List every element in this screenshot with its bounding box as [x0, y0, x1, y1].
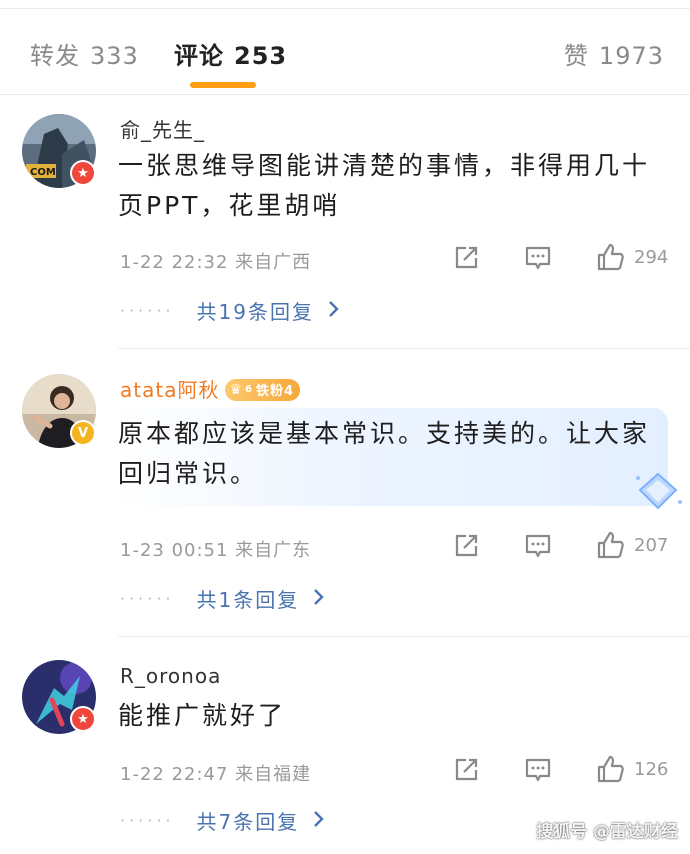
- thumbs-up-icon: [597, 531, 624, 559]
- tab-active-indicator: [190, 82, 256, 88]
- replies-dots: ······: [120, 301, 175, 320]
- tab-like-count: 1973: [598, 42, 664, 70]
- username[interactable]: atata阿秋 ♛ 6 铁粉4: [120, 374, 301, 403]
- like-button[interactable]: 126: [596, 754, 668, 784]
- comment-text: 能推广就好了: [118, 701, 287, 730]
- tab-comment-label: 评论: [174, 42, 224, 70]
- comment-meta: 1-23 00:51 来自广东: [120, 540, 312, 561]
- comment-button[interactable]: [524, 756, 552, 784]
- comment-meta: 1-22 22:32 来自广西: [120, 252, 312, 273]
- like-button[interactable]: 294: [596, 242, 668, 272]
- comment-icon: [525, 246, 551, 270]
- comment-text: 一张思维导图能讲清楚的事情，非得用几十页PPT，花里胡哨: [118, 151, 651, 220]
- top-divider: [0, 8, 690, 9]
- username[interactable]: R_oronoa: [120, 664, 221, 688]
- chevron-right-icon: [328, 299, 340, 323]
- replies-count-label: 共1条回复: [196, 588, 300, 612]
- share-button[interactable]: [452, 532, 480, 560]
- tab-comment[interactable]: 评论 253: [174, 36, 287, 71]
- like-count: 126: [634, 758, 669, 780]
- comment-icon: [525, 758, 551, 782]
- comment-icon: [525, 534, 551, 558]
- thumbs-up-icon: [597, 755, 624, 783]
- tab-repost[interactable]: 转发 333: [30, 36, 139, 71]
- comment-divider: [118, 348, 690, 349]
- tab-repost-count: 333: [90, 42, 139, 70]
- share-icon: [455, 758, 478, 781]
- like-count: 207: [634, 534, 669, 556]
- replies-count-label: 共19条回复: [196, 300, 314, 324]
- tab-like-label: 赞: [563, 42, 589, 70]
- comment-meta: 1-22 22:47 来自福建: [120, 764, 312, 785]
- view-replies-link[interactable]: ······ 共19条回复: [120, 296, 340, 325]
- share-icon: [455, 246, 478, 269]
- like-button[interactable]: 207: [596, 530, 668, 560]
- share-button[interactable]: [452, 756, 480, 784]
- comment-divider: [118, 636, 690, 637]
- chevron-right-icon: [313, 587, 325, 611]
- comment-text: 原本都应该是基本常识。支持美的。让大家回归常识。: [118, 419, 651, 488]
- view-replies-link[interactable]: ······ 共7条回复: [120, 806, 325, 835]
- watermark: 搜狐号 @雷达财经: [536, 822, 678, 842]
- svg-text:COM: COM: [30, 167, 56, 178]
- chevron-right-icon: [313, 809, 325, 833]
- replies-count-label: 共7条回复: [196, 810, 300, 834]
- avatar-badge: ★: [70, 160, 96, 186]
- replies-dots: ······: [120, 589, 175, 608]
- share-icon: [455, 534, 478, 557]
- avatar-badge: ★: [70, 706, 96, 732]
- comment-button[interactable]: [524, 244, 552, 272]
- username[interactable]: 俞_先生_: [120, 114, 205, 143]
- tabs-divider: [0, 94, 690, 95]
- tab-bar: 转发 333 评论 253 赞 1973: [0, 20, 690, 94]
- share-button[interactable]: [452, 244, 480, 272]
- replies-dots: ······: [120, 811, 175, 830]
- tab-like[interactable]: 赞 1973: [564, 36, 664, 71]
- tab-repost-label: 转发: [30, 42, 80, 70]
- thumbs-up-icon: [597, 243, 624, 271]
- fan-level: 6: [245, 384, 253, 395]
- tab-comment-count: 253: [234, 42, 288, 70]
- crown-icon: ♛: [229, 381, 244, 398]
- verified-badge: V: [70, 420, 96, 446]
- username-text: atata阿秋: [120, 378, 220, 402]
- fan-badge-label: 铁粉4: [255, 384, 295, 399]
- view-replies-link[interactable]: ······ 共1条回复: [120, 584, 325, 613]
- fan-badge: ♛ 6 铁粉4: [225, 378, 301, 401]
- like-count: 294: [634, 246, 669, 268]
- comment-button[interactable]: [524, 532, 552, 560]
